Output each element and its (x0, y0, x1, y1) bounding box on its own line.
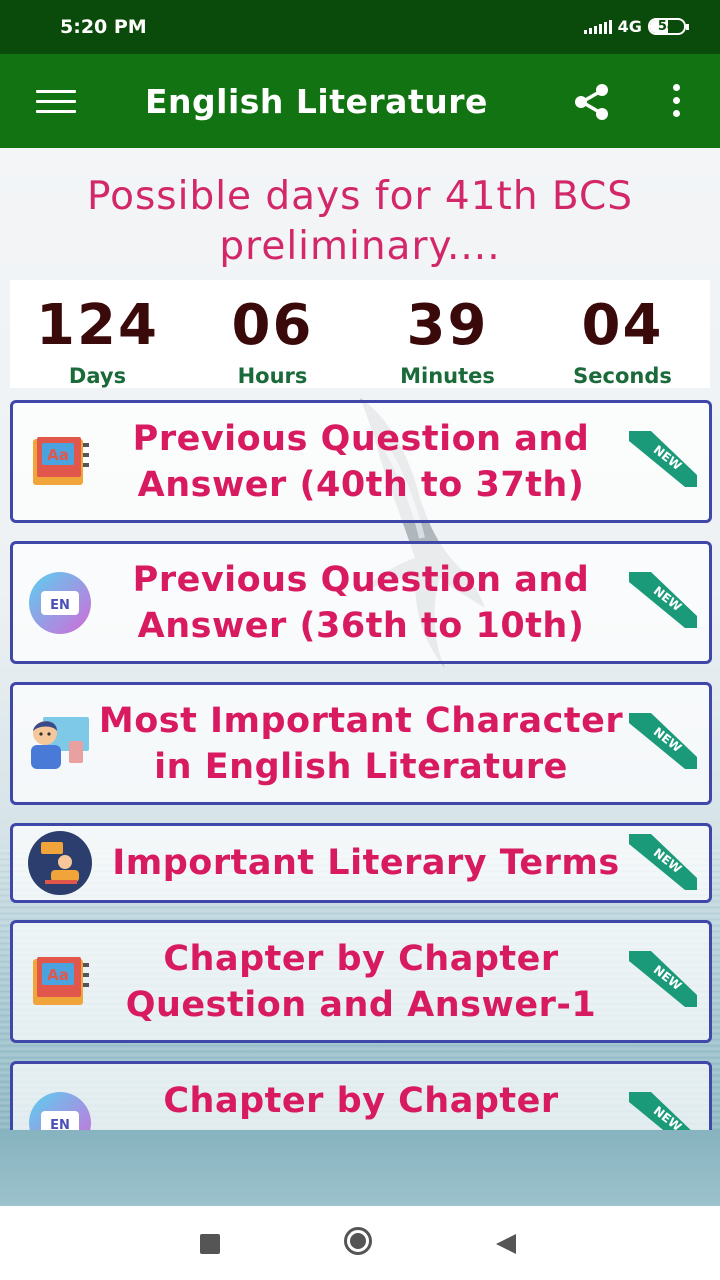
new-badge-icon: NEW (629, 1092, 691, 1130)
menu-card-previous-qa-36-10[interactable]: EN Previous Question and Answer (36th to … (10, 541, 712, 664)
share-icon[interactable] (570, 80, 614, 124)
svg-text:Aa: Aa (47, 966, 69, 984)
teacher-board-icon (31, 717, 89, 769)
dictionary-book-icon: Aa (33, 957, 89, 1005)
card-label: Chapter by Chapter (93, 1064, 629, 1130)
status-time: 5:20 PM (60, 16, 147, 38)
new-badge-icon: NEW (629, 572, 697, 628)
menu-card-literary-terms[interactable]: Important Literary Terms NEW (10, 823, 712, 903)
countdown-minutes: 39 Minutes (360, 280, 535, 388)
minutes-label: Minutes (400, 364, 495, 388)
headline-line-1: Possible days for 41th BCS (86, 174, 633, 219)
status-bar: 5:20 PM 4G 54 (0, 0, 720, 54)
svg-text:EN: EN (50, 598, 70, 613)
more-vert-icon[interactable] (666, 84, 686, 124)
countdown-headline: Possible days for 41th BCS preliminary..… (0, 172, 720, 272)
main-content[interactable]: Possible days for 41th BCS preliminary..… (0, 148, 720, 1130)
svg-text:Aa: Aa (47, 446, 69, 464)
new-badge-icon: NEW (629, 713, 697, 769)
hours-label: Hours (237, 364, 308, 388)
card-label: Most Important Character in English Liter… (93, 685, 629, 802)
signal-icon (583, 19, 612, 34)
card-label-line-2: Answer (40th to 37th) (137, 464, 585, 505)
battery-icon: 54 (647, 18, 690, 35)
headline-line-2: preliminary.... (219, 224, 501, 269)
countdown-days: 124 Days (10, 280, 185, 388)
new-badge-icon: NEW (629, 834, 697, 890)
background-sea-bottom (0, 1130, 720, 1206)
card-label-line-2: Question and Answer-1 (125, 984, 597, 1025)
card-label: Previous Question and Answer (36th to 10t… (93, 544, 629, 661)
days-label: Days (68, 364, 127, 388)
app-bar: English Literature (0, 54, 720, 148)
new-badge-icon: NEW (629, 951, 697, 1007)
card-label: Chapter by Chapter Question and Answer-1 (93, 923, 629, 1040)
en-language-icon: EN (29, 1092, 91, 1130)
menu-card-previous-qa-40-37[interactable]: Aa Previous Question and Answer (40th to … (10, 400, 712, 523)
menu-card-chapter-qa-2[interactable]: EN Chapter by Chapter NEW (10, 1061, 712, 1130)
card-label-line-1: Most Important Character (98, 700, 624, 741)
card-label-line-1: Chapter by Chapter (163, 938, 559, 979)
en-language-icon: EN (29, 572, 91, 634)
countdown-timer: 124 Days 06 Hours 39 Minutes 04 Seconds (10, 280, 710, 388)
card-label-line-1: Chapter by Chapter (163, 1081, 559, 1121)
seconds-value: 04 (581, 293, 664, 358)
seconds-label: Seconds (573, 364, 672, 388)
hamburger-menu-icon[interactable] (36, 90, 76, 114)
menu-card-chapter-qa-1[interactable]: Aa Chapter by Chapter Question and Answer… (10, 920, 712, 1043)
menu-card-important-character[interactable]: Most Important Character in English Liter… (10, 682, 712, 805)
card-label-line-1: Previous Question and (132, 559, 590, 600)
back-triangle-icon[interactable] (494, 1232, 518, 1256)
hours-value: 06 (231, 293, 314, 358)
card-label-line-1: Important Literary Terms (112, 843, 620, 883)
minutes-value: 39 (406, 293, 489, 358)
card-label: Important Literary Terms (93, 826, 639, 900)
recents-square-icon[interactable] (200, 1234, 220, 1254)
battery-level: 54 (657, 19, 676, 34)
new-badge-text: NEW (651, 1104, 684, 1130)
system-nav-bar (0, 1206, 720, 1280)
presenter-icon (28, 831, 92, 895)
dictionary-book-icon: Aa (33, 437, 89, 485)
countdown-hours: 06 Hours (185, 280, 360, 388)
svg-text:EN: EN (50, 1118, 70, 1130)
countdown-seconds: 04 Seconds (535, 280, 710, 388)
card-label-line-1: Previous Question and (132, 418, 590, 459)
app-title: English Literature (145, 82, 488, 121)
status-indicators: 4G 54 (583, 17, 690, 36)
card-label-line-2: in English Literature (154, 746, 568, 787)
card-label: Previous Question and Answer (40th to 37t… (93, 403, 629, 520)
card-label-line-2: Answer (36th to 10th) (137, 605, 585, 646)
days-value: 124 (36, 293, 159, 358)
home-circle-icon[interactable] (344, 1227, 372, 1255)
network-type: 4G (617, 17, 642, 36)
new-badge-icon: NEW (629, 431, 697, 487)
